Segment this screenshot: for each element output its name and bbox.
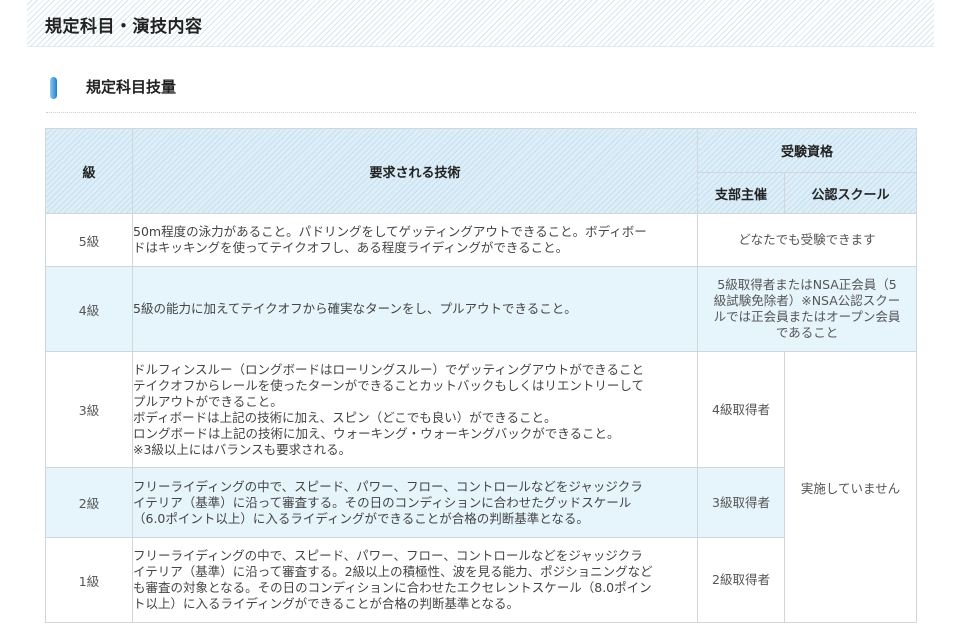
header-technique: 要求される技術 xyxy=(132,128,698,214)
page-header: 規定科目・演技内容 xyxy=(27,0,934,47)
technique-cell: ドルフィンスルー（ロングボードはローリングスルー）でゲッティングアウトができるこ… xyxy=(132,351,698,468)
branch-cell: 4級取得者 xyxy=(697,351,785,468)
technique-line: 5級の能力に加えてテイクオフから確実なターンをし、プルアウトできること。 xyxy=(133,301,577,316)
skills-table: 級 要求される技術 受験資格 支部主催 公認スクール 5級 50m程度の泳力があ… xyxy=(45,128,918,623)
technique-line: テイクオフからレールを使ったターンができることカットバックもしくはリエントリーし… xyxy=(133,377,645,393)
qualification-line: 級試験免除者）※NSA公認スクー xyxy=(713,293,901,308)
branch-cell: 2級取得者 xyxy=(697,537,785,623)
qualification-cell: 5級取得者またはNSA正会員（5 級試験免除者）※NSA公認スクー ルでは正会員… xyxy=(696,266,918,352)
grade-cell: 1級 xyxy=(45,537,133,623)
school-cell: 実施していません xyxy=(783,351,918,623)
technique-line: フリーライディングの中で、スピード、パワー、フロー、コントロールなどをジャッジク… xyxy=(133,478,643,494)
technique-line: イテリア（基準）に沿って審査する。その日のコンディションに合わせたグッドスケール xyxy=(133,494,632,510)
technique-line: ト以上）に入るライディングができることが合格の判断基準となる。 xyxy=(133,596,520,611)
technique-line: フリーライディングの中で、スピード、パワー、フロー、コントロールなどをジャッジク… xyxy=(133,548,643,563)
technique-line: 50m程度の泳力があること。パドリングをしてゲッティングアウトできること。ボディ… xyxy=(133,224,647,239)
table-row: 3級 ドルフィンスルー（ロングボードはローリングスルー）でゲッティングアウトがで… xyxy=(45,351,918,623)
branch-cell: 3級取得者 xyxy=(697,467,785,538)
grade-cell: 2級 xyxy=(45,467,133,538)
technique-line: ドルフィンスルー（ロングボードはローリングスルー）でゲッティングアウトができるこ… xyxy=(133,361,645,377)
technique-cell: 50m程度の泳力があること。パドリングをしてゲッティングアウトできること。ボディ… xyxy=(132,213,698,267)
technique-line: ドはキッキングを使ってテイクオフし、ある程度ライディングができること。 xyxy=(133,240,569,255)
table-row: 5級 50m程度の泳力があること。パドリングをしてゲッティングアウトできること。… xyxy=(45,213,918,267)
qualification-cell: どなたでも受験できます xyxy=(696,213,918,267)
qualification-line: であること xyxy=(775,325,839,340)
grade-cell: 3級 xyxy=(45,351,133,468)
technique-cell: フリーライディングの中で、スピード、パワー、フロー、コントロールなどをジャッジク… xyxy=(132,467,698,538)
qualification-line: 5級取得者またはNSA正会員（5 xyxy=(717,277,897,292)
header-qualification: 受験資格 xyxy=(696,128,918,173)
technique-line: も審査の対象となる。その日のコンディションに合わせたエクセレントスケール（8.0… xyxy=(133,580,652,595)
technique-line: イテリア（基準）に沿って審査する。2級以上の積極性、波を見る能力、ポジショニング… xyxy=(133,564,653,579)
section-heading: 規定科目技量 xyxy=(46,68,916,113)
technique-cell: フリーライディングの中で、スピード、パワー、フロー、コントロールなどをジャッジク… xyxy=(132,537,698,623)
technique-line: （6.0ポイント以上）に入るライディングができることが合格の判断基準となる。 xyxy=(133,510,589,526)
technique-line: プルアウトができること。 xyxy=(133,393,283,409)
technique-cell: 5級の能力に加えてテイクオフから確実なターンをし、プルアウトできること。 xyxy=(132,266,698,352)
section-marker-icon xyxy=(50,77,57,99)
header-grade: 級 xyxy=(45,128,133,214)
page-title: 規定科目・演技内容 xyxy=(45,17,203,37)
technique-line: ロングボードは上記の技術に加え、ウォーキング・ウォーキングバックができること。 xyxy=(133,425,620,441)
technique-line: ※3級以上にはバランスも要求される。 xyxy=(133,441,352,457)
grade-cell: 5級 xyxy=(45,213,133,267)
page: 規定科目・演技内容 規定科目技量 級 要求される技術 受験資格 支部主催 公認ス… xyxy=(0,0,962,637)
header-branch: 支部主催 xyxy=(697,172,785,214)
section-title: 規定科目技量 xyxy=(86,78,177,96)
grade-cell: 4級 xyxy=(45,266,133,352)
table-row: 4級 5級の能力に加えてテイクオフから確実なターンをし、プルアウトできること。 … xyxy=(45,266,918,352)
qualification-line: ルでは正会員またはオープン会員 xyxy=(713,309,901,324)
header-school: 公認スクール xyxy=(783,172,918,214)
technique-line: ボディボードは上記の技術に加え、スピン（どこでも良い）ができること。 xyxy=(133,409,557,425)
